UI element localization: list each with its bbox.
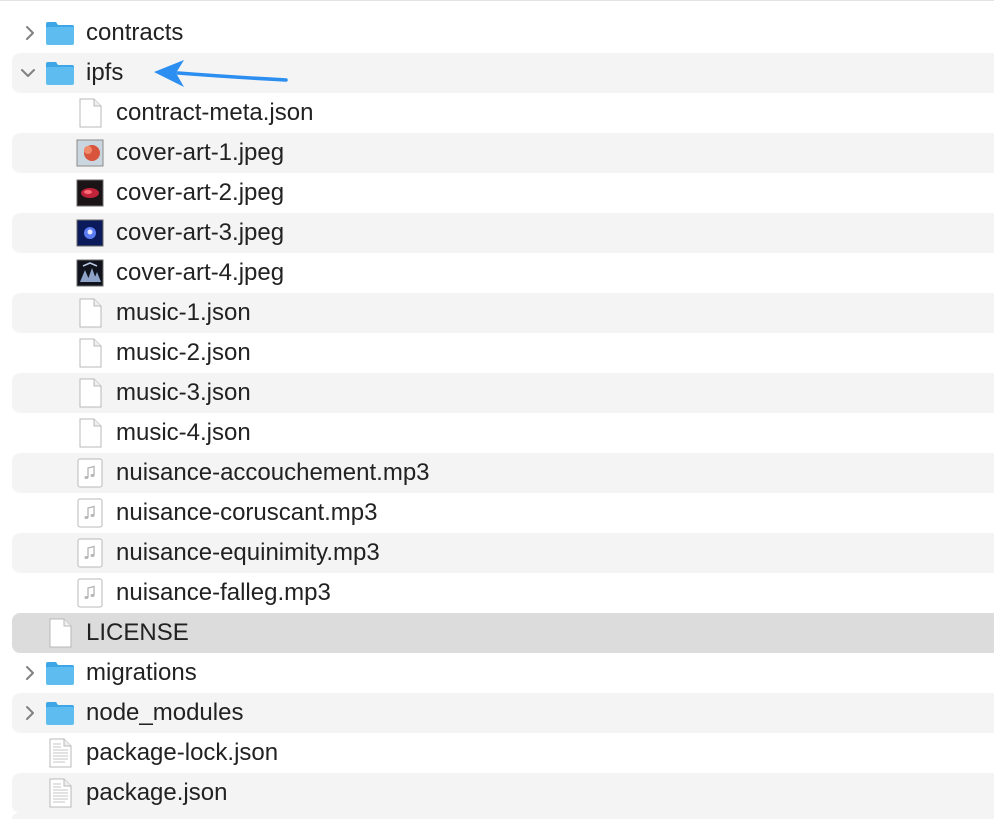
chevron-right-icon[interactable]: [20, 663, 40, 683]
file-row-cover-art-4[interactable]: cover-art-4.jpeg: [12, 253, 994, 293]
file-name: music-2.json: [116, 339, 251, 366]
file-row-music-4[interactable]: music-4.json: [12, 413, 994, 453]
file-name: cover-art-3.jpeg: [116, 219, 285, 246]
folder-icon: [45, 658, 75, 688]
file-name: package-lock.json: [86, 739, 279, 766]
chevron-right-icon[interactable]: [20, 23, 40, 43]
file-name: nuisance-coruscant.mp3: [116, 499, 378, 526]
file-row-cover-art-2[interactable]: cover-art-2.jpeg: [12, 173, 994, 213]
file-list: contracts ipfs contract-meta.json cover-…: [0, 0, 994, 819]
file-row-nuisance-equinimity[interactable]: nuisance-equinimity.mp3: [12, 533, 994, 573]
file-name: cover-art-2.jpeg: [116, 179, 285, 206]
file-name: nuisance-accouchement.mp3: [116, 459, 430, 486]
file-row-node-modules[interactable]: node_modules: [12, 693, 994, 733]
file-name: migrations: [86, 659, 197, 686]
text-document-icon: [45, 738, 75, 768]
document-icon: [75, 98, 105, 128]
audio-file-icon: [75, 498, 105, 528]
document-icon: [45, 618, 75, 648]
folder-icon: [45, 18, 75, 48]
file-name: music-4.json: [116, 419, 251, 446]
file-name: LICENSE: [86, 619, 189, 646]
file-name: cover-art-4.jpeg: [116, 259, 285, 286]
text-document-icon: [45, 778, 75, 808]
audio-file-icon: [75, 578, 105, 608]
file-row-package-lock[interactable]: package-lock.json: [12, 733, 994, 773]
file-name: node_modules: [86, 699, 244, 726]
document-icon: [75, 298, 105, 328]
file-name: contracts: [86, 19, 184, 46]
document-icon: [75, 418, 105, 448]
file-row-music-1[interactable]: music-1.json: [12, 293, 994, 333]
image-thumbnail-icon: [75, 178, 105, 208]
file-row-contract-meta[interactable]: contract-meta.json: [12, 93, 994, 133]
file-row-music-2[interactable]: music-2.json: [12, 333, 994, 373]
file-row-cover-art-1[interactable]: cover-art-1.jpeg: [12, 133, 994, 173]
file-name: ipfs: [86, 59, 124, 86]
file-name: contract-meta.json: [116, 99, 314, 126]
file-row-cover-art-3[interactable]: cover-art-3.jpeg: [12, 213, 994, 253]
image-thumbnail-icon: [75, 218, 105, 248]
file-row-contracts[interactable]: contracts: [12, 13, 994, 53]
chevron-down-icon[interactable]: [18, 63, 38, 83]
arrow-annotation-icon: [154, 60, 288, 87]
file-name: music-1.json: [116, 299, 251, 326]
document-icon: [75, 378, 105, 408]
file-name: nuisance-equinimity.mp3: [116, 539, 380, 566]
image-thumbnail-icon: [75, 138, 105, 168]
audio-file-icon: [75, 458, 105, 488]
file-row-music-3[interactable]: music-3.json: [12, 373, 994, 413]
file-row-nuisance-accouchement[interactable]: nuisance-accouchement.mp3: [12, 453, 994, 493]
file-row-nuisance-coruscant[interactable]: nuisance-coruscant.mp3: [12, 493, 994, 533]
file-name: package.json: [86, 779, 228, 806]
document-icon: [75, 338, 105, 368]
image-thumbnail-icon: [75, 258, 105, 288]
chevron-right-icon[interactable]: [20, 703, 40, 723]
file-name: cover-art-1.jpeg: [116, 139, 285, 166]
file-row-nuisance-falleg[interactable]: nuisance-falleg.mp3: [12, 573, 994, 613]
audio-file-icon: [75, 538, 105, 568]
folder-icon: [45, 58, 75, 88]
folder-icon: [45, 698, 75, 728]
file-row-package[interactable]: package.json: [12, 773, 994, 813]
file-name: nuisance-falleg.mp3: [116, 579, 331, 606]
file-row-partial[interactable]: [12, 813, 994, 819]
file-name: music-3.json: [116, 379, 251, 406]
file-row-license[interactable]: LICENSE: [12, 613, 994, 653]
file-row-migrations[interactable]: migrations: [12, 653, 994, 693]
